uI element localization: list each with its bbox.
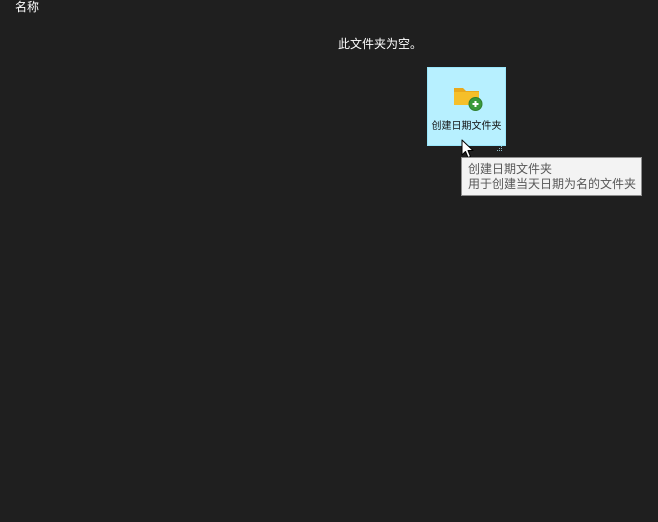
create-date-folder-button[interactable]: 创建日期文件夹 [427,67,506,151]
tooltip: 创建日期文件夹 用于创建当天日期为名的文件夹 [461,157,642,196]
folder-add-icon [453,83,485,113]
resize-grip-icon [497,137,503,151]
name-column-header[interactable]: 名称 [15,0,39,14]
create-date-folder-label: 创建日期文件夹 [431,121,502,132]
empty-folder-message: 此文件夹为空。 [338,37,423,51]
tooltip-title: 创建日期文件夹 [468,162,553,176]
tooltip-description: 用于创建当天日期为名的文件夹 [468,177,637,191]
arrow-cursor-icon [461,139,475,159]
